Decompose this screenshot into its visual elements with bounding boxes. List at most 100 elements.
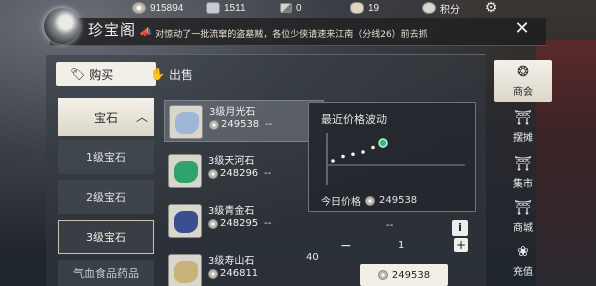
sell-hand-icon: ✋ xyxy=(150,67,165,81)
price-trend-popup: 最近价格波动 今日价格 249538 xyxy=(308,102,476,212)
category-gems-label: 宝石 xyxy=(93,110,118,125)
gem-icon xyxy=(174,161,198,183)
item-name: 3级寿山石 xyxy=(208,256,255,267)
tab-sell-label: 出售 xyxy=(168,67,193,82)
silver-amount: 915894 xyxy=(150,2,184,14)
quantity-value[interactable]: 1 xyxy=(398,240,404,251)
moon-emblem-icon xyxy=(44,8,80,44)
item-price-value: 246811 xyxy=(220,268,259,279)
category-level2-gem[interactable]: 2级宝石 xyxy=(58,180,154,214)
pouch-resource: 19 xyxy=(350,1,379,15)
ticket-amount: 0 xyxy=(296,2,302,14)
nav-mall-label: 商城 xyxy=(513,223,533,234)
nav-stall-label: 摆摊 xyxy=(513,133,533,144)
coin-icon xyxy=(208,268,218,279)
coin-icon xyxy=(209,119,219,130)
buy-total-button[interactable]: 249538 xyxy=(360,264,448,286)
item-thumbnail xyxy=(168,254,202,286)
close-button[interactable]: ✕ xyxy=(504,16,540,42)
chart-point xyxy=(331,159,335,163)
ingot-resource: 1511 xyxy=(206,1,246,15)
item-price-value: 248296 xyxy=(220,168,259,179)
ticket-resource: 0 xyxy=(280,1,302,15)
category-food-medicine[interactable]: 气血食品药品 xyxy=(58,260,154,286)
item-price-value: 249538 xyxy=(221,119,260,130)
nav-market-label: 集市 xyxy=(513,179,533,190)
buy-tag-icon: 🏷 xyxy=(70,67,86,81)
chart-point-highlight xyxy=(378,138,388,148)
list-item[interactable]: 3级天河石 248296 -- xyxy=(164,150,324,192)
list-item[interactable]: 3级青金石 248295 -- xyxy=(164,200,324,242)
list-item[interactable]: 3级寿山石 246811 40 xyxy=(164,250,324,286)
announcement-text: 对惊动了一批流窜的盗墓贼，各位少侠请速来江南（分线26）前去抓 xyxy=(155,29,428,40)
today-price: 今日价格 249538 xyxy=(321,193,417,208)
points-resource[interactable]: 积分 xyxy=(422,1,460,16)
item-price: 249538 xyxy=(209,119,259,130)
settings-gear-icon[interactable]: ⚙ xyxy=(482,0,500,16)
today-price-label: 今日价格 xyxy=(321,197,361,208)
nav-market[interactable]: ⛩ 集市 xyxy=(494,152,552,192)
stall-icon: ⛩ xyxy=(514,110,532,126)
gem-icon xyxy=(174,261,198,283)
price-trend-chart xyxy=(326,133,465,185)
item-name: 3级天河石 xyxy=(208,156,255,167)
chevron-up-icon: ︿ xyxy=(135,110,148,124)
info-button[interactable]: i xyxy=(452,220,468,236)
item-dash: -- xyxy=(264,218,272,229)
gem-icon xyxy=(174,211,198,233)
item-quantity: 40 xyxy=(306,252,319,263)
tab-buy-label: 购买 xyxy=(89,67,114,82)
announcement-marquee: 📣 对惊动了一批流窜的盗墓贼，各位少侠请速来江南（分线26）前去抓 xyxy=(140,26,438,40)
chart-point xyxy=(351,152,355,157)
silver-resource: 915894 xyxy=(132,1,183,15)
category-level3-gem[interactable]: 3级宝石 xyxy=(58,220,154,254)
points-icon xyxy=(422,2,436,14)
recharge-icon: ❀ xyxy=(517,244,529,260)
coin-icon xyxy=(208,168,218,179)
nav-mall[interactable]: ⛩ 商城 xyxy=(494,196,552,236)
pouch-amount: 19 xyxy=(368,2,380,14)
popup-title: 最近价格波动 xyxy=(321,113,387,126)
nav-chamber-label: 商会 xyxy=(513,87,533,98)
detail-dash: -- xyxy=(386,220,394,231)
mall-icon: ⛩ xyxy=(514,200,532,216)
item-thumbnail xyxy=(168,204,202,238)
item-dash: -- xyxy=(265,119,273,130)
coin-icon xyxy=(365,195,375,206)
pouch-icon xyxy=(350,2,364,14)
increase-button[interactable]: + xyxy=(454,238,468,252)
page-title: 珍宝阁 xyxy=(88,21,137,39)
ticket-icon xyxy=(280,3,292,13)
chamber-emblem-icon: ❂ xyxy=(517,64,529,80)
tab-sell[interactable]: ✋ 出售 xyxy=(144,62,224,86)
coin-icon xyxy=(208,218,218,229)
today-price-value: 249538 xyxy=(379,195,418,206)
nav-stall[interactable]: ⛩ 摆摊 xyxy=(494,106,552,146)
item-price: 248296 xyxy=(208,168,258,179)
ingot-icon xyxy=(206,2,220,14)
chart-point xyxy=(361,150,365,154)
item-price-value: 248295 xyxy=(220,218,259,229)
total-price: 249538 xyxy=(391,269,431,281)
nav-chamber[interactable]: ❂ 商会 xyxy=(494,60,552,102)
decrease-button[interactable]: − xyxy=(340,238,352,254)
silver-coin-icon xyxy=(132,2,146,14)
list-item[interactable]: 3级月光石 249538 -- xyxy=(164,100,324,142)
nav-recharge[interactable]: ❀ 充值 xyxy=(494,240,552,280)
item-name: 3级月光石 xyxy=(209,107,256,118)
category-level1-gem[interactable]: 1级宝石 xyxy=(58,140,154,174)
points-label: 积分 xyxy=(440,4,460,16)
chart-point xyxy=(341,154,345,159)
ingot-amount: 1511 xyxy=(224,2,246,14)
resource-bar: 915894 1511 0 19 积分 ⚙ xyxy=(0,0,596,16)
tab-buy[interactable]: 🏷 购买 xyxy=(56,62,156,86)
gem-icon xyxy=(175,112,199,134)
item-price: 248295 xyxy=(208,218,258,229)
category-gems[interactable]: 宝石 ︿ xyxy=(58,98,154,136)
market-icon: ⛩ xyxy=(514,156,532,172)
item-price: 246811 xyxy=(208,268,258,279)
item-dash: -- xyxy=(264,168,272,179)
quantity-stepper: − 1 + xyxy=(336,238,472,256)
coin-icon xyxy=(377,270,388,280)
horn-icon: 📣 xyxy=(140,28,152,38)
